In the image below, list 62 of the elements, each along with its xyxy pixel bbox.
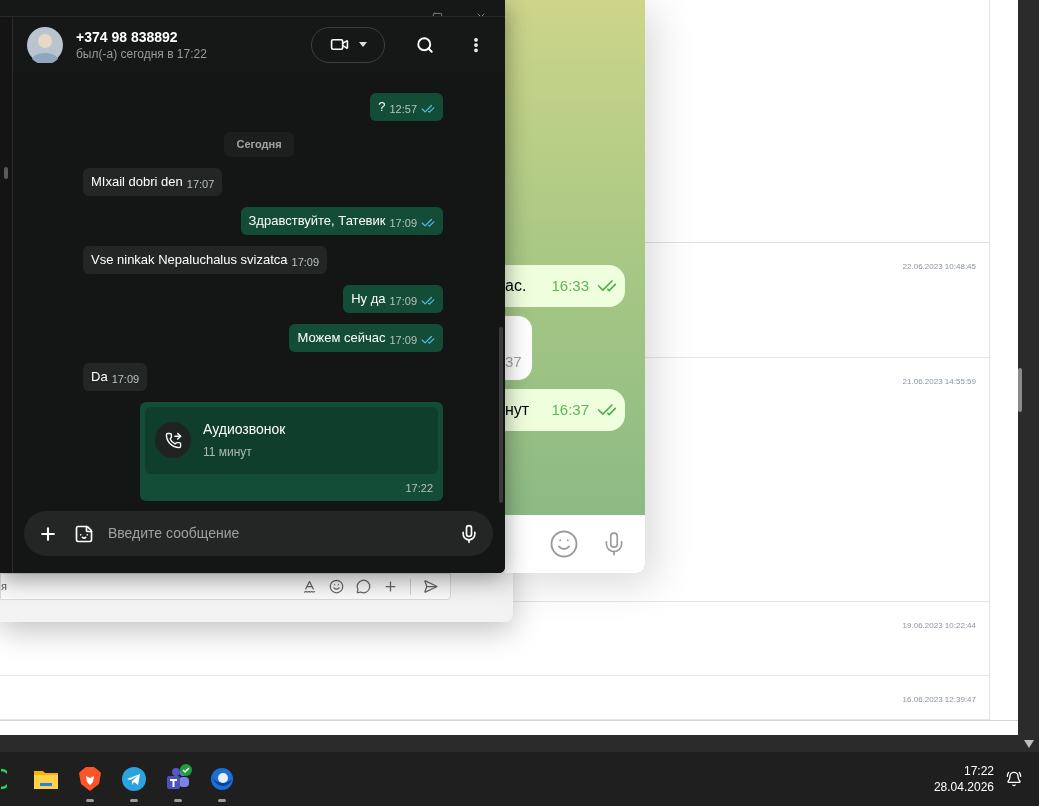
message-text: Здравствуйте, Татевик bbox=[248, 211, 386, 230]
call-card[interactable]: Аудиозвонок 11 минут bbox=[145, 406, 438, 474]
sticker-icon[interactable] bbox=[74, 523, 94, 544]
scrollbar[interactable] bbox=[1018, 0, 1039, 735]
notification-bell-icon[interactable] bbox=[1006, 771, 1022, 787]
paper-plane-icon[interactable] bbox=[122, 767, 146, 791]
call-duration: 11 минут bbox=[203, 444, 253, 461]
row-timestamp: 22.06.2023 10:48:45 bbox=[902, 261, 976, 273]
running-indicator bbox=[218, 799, 226, 802]
microphone-icon[interactable] bbox=[459, 523, 479, 544]
message-time: 16:33 bbox=[551, 275, 589, 296]
message-time: 17:09 bbox=[291, 254, 320, 269]
smile-icon[interactable] bbox=[549, 529, 579, 559]
message-time: 17:09 bbox=[389, 215, 417, 230]
message-input[interactable]: Введите сообщение bbox=[24, 511, 493, 556]
ring-icon[interactable] bbox=[1, 768, 7, 790]
row-timestamp: 21.06.2023 14:55:59 bbox=[902, 376, 976, 388]
message-text: MIxail dobri den bbox=[91, 172, 183, 191]
date-separator: Сегодня bbox=[224, 132, 294, 157]
message-text: Vse ninkak Nepaluchalus svizatca bbox=[91, 250, 288, 269]
row-timestamp: 16.06.2023 12:39:47 bbox=[902, 694, 976, 706]
message-time: 37 bbox=[505, 351, 522, 372]
clock-time: 17:22 bbox=[963, 763, 994, 779]
chat-scrollbar[interactable] bbox=[499, 327, 503, 503]
send-icon[interactable] bbox=[423, 579, 438, 594]
search-icon[interactable] bbox=[416, 35, 434, 54]
message-text: ? bbox=[378, 98, 386, 116]
caret-icon bbox=[358, 42, 367, 47]
row-timestamp: 19.06.2023 10:22:44 bbox=[902, 620, 976, 632]
message-time: 12:57 bbox=[389, 102, 417, 116]
message-time: 17:09 bbox=[111, 371, 140, 386]
running-indicator bbox=[130, 799, 138, 802]
speech-bubble-icon[interactable] bbox=[356, 579, 371, 594]
phone-arrow-icon bbox=[164, 431, 182, 449]
message-time: 17:07 bbox=[186, 176, 215, 191]
smile-icon[interactable] bbox=[329, 579, 344, 594]
running-indicator bbox=[86, 799, 94, 802]
folder-icon[interactable] bbox=[34, 769, 58, 789]
message-text: Ну да bbox=[351, 289, 386, 308]
message-time: 17:09 bbox=[389, 293, 417, 308]
compose-text: я bbox=[1, 579, 7, 595]
contact-name: +374 98 838892 bbox=[76, 27, 179, 46]
scrollbar-thumb[interactable] bbox=[1018, 368, 1022, 412]
message-text: Можем сейчас bbox=[297, 328, 386, 347]
call-title: Аудиозвонок bbox=[203, 420, 286, 439]
spell-check-icon[interactable] bbox=[302, 579, 317, 594]
shield-icon[interactable] bbox=[79, 767, 101, 791]
message-time: 16:37 bbox=[551, 399, 589, 420]
avatar bbox=[27, 26, 63, 63]
read-ticks-icon bbox=[421, 102, 435, 116]
message-time: 17:22 bbox=[405, 480, 433, 496]
message-time: 17:09 bbox=[389, 332, 417, 347]
message-text: ас. bbox=[505, 276, 527, 296]
running-indicator bbox=[174, 799, 182, 802]
check-badge-icon bbox=[180, 764, 192, 776]
bird-globe-icon[interactable] bbox=[210, 767, 234, 791]
contact-status: был(-а) сегодня в 17:22 bbox=[76, 45, 207, 62]
message-text: нут bbox=[505, 400, 530, 420]
clock-date: 28.04.2026 bbox=[933, 779, 994, 795]
message-text: Da bbox=[91, 367, 108, 386]
side-scroll-thumb[interactable] bbox=[4, 167, 8, 179]
scroll-down-arrow-icon[interactable] bbox=[1024, 739, 1034, 748]
